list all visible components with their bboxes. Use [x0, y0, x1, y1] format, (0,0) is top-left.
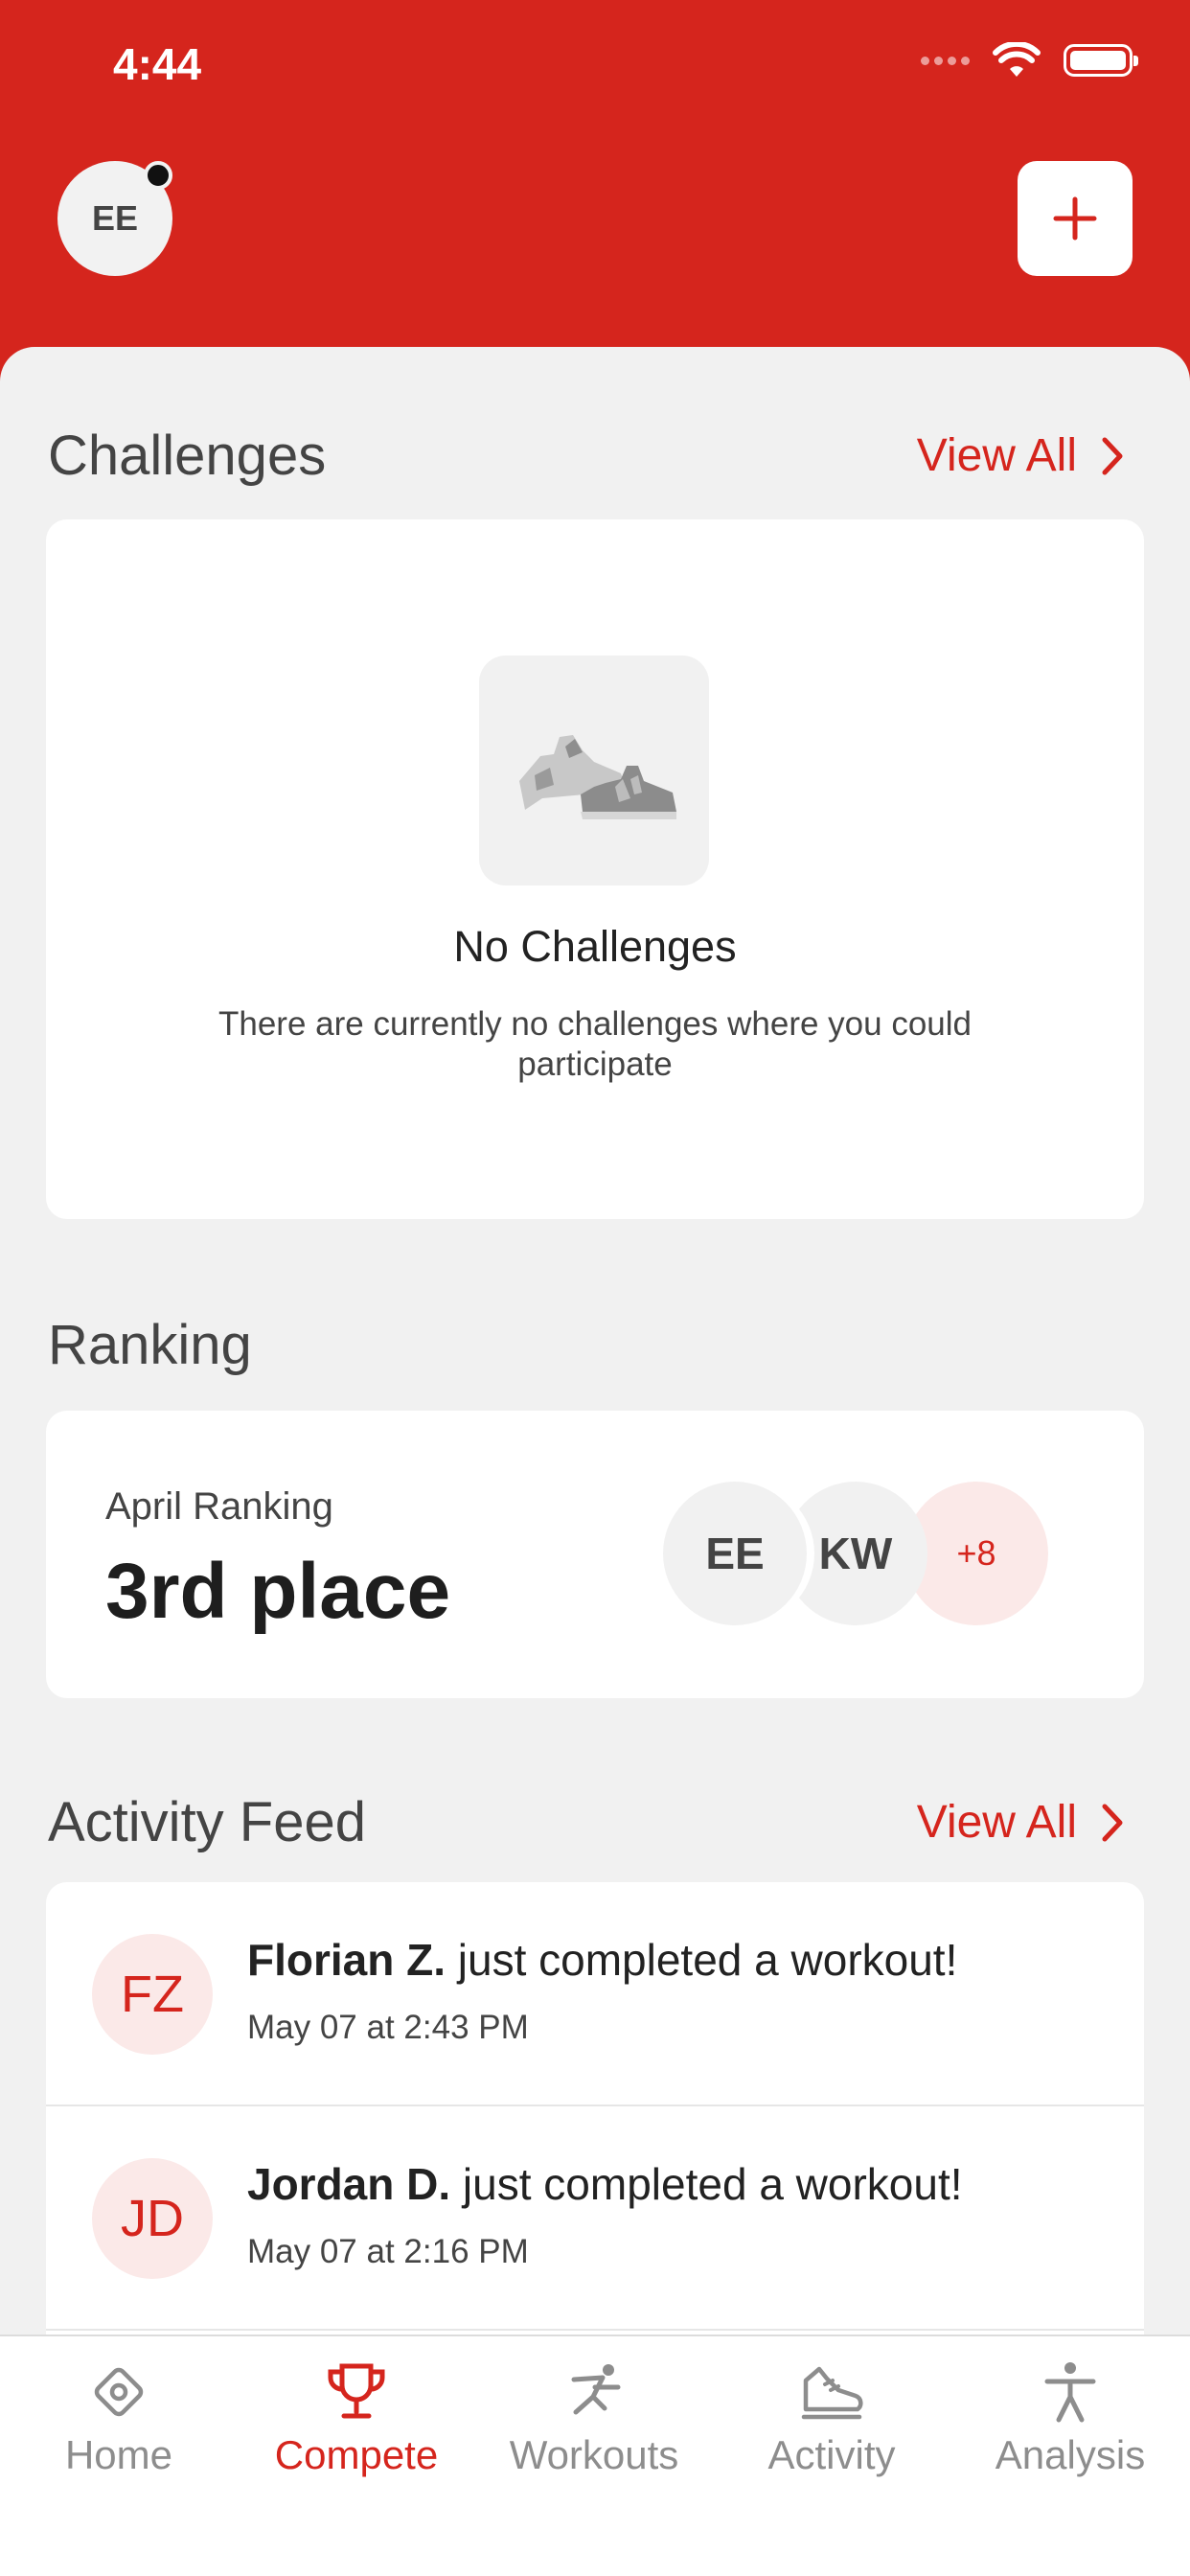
challenges-view-all-button[interactable]: View All: [917, 429, 1123, 482]
challenges-card: No Challenges There are currently no cha…: [46, 519, 1144, 1219]
divider: [46, 2329, 1144, 2331]
cellular-signal-icon: [921, 56, 970, 65]
tab-analysis[interactable]: Analysis: [950, 2336, 1190, 2499]
add-button[interactable]: [1018, 161, 1133, 276]
tab-label: Home: [64, 2432, 173, 2477]
plus-icon: [1053, 196, 1097, 241]
feed-text: Jordan D. just completed a workout!: [247, 2158, 963, 2210]
sneakers-icon: [479, 656, 709, 886]
empty-challenges-title: No Challenges: [453, 922, 737, 971]
feed-avatar: FZ: [92, 1934, 213, 2055]
notification-dot: [144, 161, 172, 190]
shoe-icon: [713, 2354, 950, 2430]
feed-timestamp: May 07 at 2:43 PM: [247, 2009, 529, 2046]
feed-action: just completed a workout!: [450, 2159, 963, 2209]
ranking-avatar-initials: KW: [818, 1529, 893, 1578]
empty-challenges-text: There are currently no challenges where …: [218, 1005, 972, 1083]
home-icon: [0, 2354, 238, 2430]
profile-avatar[interactable]: EE: [57, 161, 172, 276]
person-icon: [950, 2354, 1190, 2430]
profile-initials: EE: [91, 198, 139, 238]
feed-timestamp: May 07 at 2:16 PM: [247, 2233, 529, 2270]
tab-home[interactable]: Home: [0, 2336, 238, 2499]
activity-feed-title: Activity Feed: [48, 1791, 366, 1853]
ranking-avatar: EE: [663, 1482, 807, 1625]
activity-feed-view-all-label: View All: [916, 1797, 1077, 1848]
feed-item[interactable]: FZ Florian Z. just completed a workout! …: [46, 1882, 1144, 2106]
activity-feed-card: FZ Florian Z. just completed a workout! …: [46, 1882, 1144, 2380]
battery-icon: [1064, 44, 1138, 77]
challenges-view-all-label: View All: [916, 430, 1077, 481]
tab-label: Workouts: [509, 2432, 679, 2477]
tab-label: Activity: [767, 2432, 896, 2477]
feed-action: just completed a workout!: [446, 1935, 958, 1985]
feed-text: Florian Z. just completed a workout!: [247, 1934, 957, 1986]
tab-label: Compete: [274, 2432, 439, 2477]
tab-activity[interactable]: Activity: [713, 2336, 950, 2499]
app-header: 4:44 EE: [0, 0, 1190, 402]
wifi-icon: [993, 42, 1041, 77]
feed-avatar-initials: FZ: [121, 1966, 184, 2023]
tab-workouts[interactable]: Workouts: [475, 2336, 713, 2499]
feed-avatar: JD: [92, 2158, 213, 2279]
ranking-card[interactable]: April Ranking 3rd place KW +8 EE: [46, 1411, 1144, 1698]
tab-compete[interactable]: Compete: [238, 2336, 475, 2499]
tab-bar: Home Compete Workouts Activity Analysis: [0, 2334, 1190, 2576]
challenges-title: Challenges: [48, 425, 327, 487]
feed-item[interactable]: JD Jordan D. just completed a workout! M…: [46, 2106, 1144, 2331]
chevron-right-icon: [1102, 1804, 1123, 1841]
chevron-right-icon: [1102, 437, 1123, 474]
running-icon: [475, 2354, 713, 2430]
feed-avatar-initials: JD: [121, 2190, 184, 2247]
content-sheet: Challenges View All No Challenges There …: [0, 347, 1190, 2576]
feed-user-name: Jordan D.: [247, 2159, 451, 2209]
activity-feed-view-all-button[interactable]: View All: [917, 1796, 1123, 1849]
ranking-label: April Ranking: [105, 1485, 333, 1528]
tab-label: Analysis: [995, 2432, 1146, 2477]
ranking-title: Ranking: [48, 1314, 252, 1376]
ranking-place: 3rd place: [105, 1548, 451, 1635]
ranking-avatar-initials: EE: [705, 1529, 765, 1578]
status-indicators: [921, 42, 1138, 79]
status-time: 4:44: [113, 39, 202, 89]
feed-user-name: Florian Z.: [247, 1935, 446, 1985]
ranking-more-count: +8: [956, 1533, 996, 1573]
trophy-icon: [238, 2354, 475, 2430]
